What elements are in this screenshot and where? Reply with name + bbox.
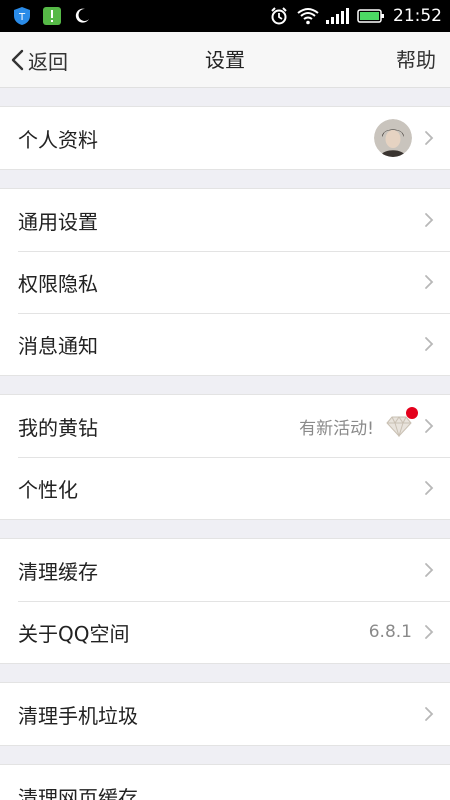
navigation-bar: 返回 设置 帮助 (0, 32, 450, 88)
avatar (374, 119, 412, 157)
chevron-right-icon (424, 624, 434, 640)
row-personal-profile[interactable]: 个人资料 (0, 107, 450, 169)
new-activity-text: 有新活动! (299, 418, 374, 439)
chevron-right-icon (424, 706, 434, 722)
chevron-right-icon (424, 212, 434, 228)
status-bar: T 21:52 (0, 0, 450, 32)
wifi-icon (297, 6, 319, 26)
row-yellow-diamond[interactable]: 我的黄钻 有新活动! (0, 395, 450, 457)
section-gap (0, 520, 450, 538)
settings-group-general: 通用设置 权限隐私 消息通知 (0, 188, 450, 376)
row-label: 清理手机垃圾 (18, 703, 138, 728)
version-text: 6.8.1 (368, 622, 412, 642)
chevron-right-icon (424, 480, 434, 496)
row-label: 个人资料 (18, 127, 98, 152)
settings-group-profile: 个人资料 (0, 106, 450, 170)
row-label: 清理网页缓存 (18, 785, 138, 800)
settings-group-vip: 我的黄钻 有新活动! 个性化 (0, 394, 450, 520)
row-label: 关于QQ空间 (18, 621, 130, 646)
section-gap (0, 170, 450, 188)
settings-list: 个人资料 通用设置 权限隐私 消息通知 我的黄钻 有新活动! 个性化 清理缓存 … (0, 88, 450, 800)
status-time: 21:52 (393, 6, 442, 26)
row-clear-cache[interactable]: 清理缓存 (0, 539, 450, 601)
diamond-icon (386, 407, 418, 438)
row-message-notifications[interactable]: 消息通知 (0, 313, 450, 375)
section-gap (0, 376, 450, 394)
row-permissions-privacy[interactable]: 权限隐私 (0, 251, 450, 313)
chevron-right-icon (424, 274, 434, 290)
section-gap (0, 746, 450, 764)
chevron-right-icon (424, 418, 434, 434)
row-label: 我的黄钻 (18, 415, 98, 440)
shield-icon: T (12, 6, 32, 26)
section-gap (0, 664, 450, 682)
notification-dot (406, 407, 418, 419)
row-label: 清理缓存 (18, 559, 98, 584)
row-label: 个性化 (18, 477, 78, 502)
row-label: 权限隐私 (18, 271, 98, 296)
chevron-left-icon (10, 49, 24, 71)
battery-icon (357, 6, 385, 26)
row-general-settings[interactable]: 通用设置 (0, 189, 450, 251)
row-clean-phone-junk[interactable]: 清理手机垃圾 (0, 683, 450, 745)
back-button[interactable]: 返回 (10, 32, 68, 88)
notification-app-icon (42, 6, 62, 26)
back-label: 返回 (28, 49, 68, 74)
chevron-right-icon (424, 130, 434, 146)
moon-icon (72, 6, 92, 26)
section-gap (0, 88, 450, 106)
svg-text:T: T (18, 12, 26, 23)
chevron-right-icon (424, 336, 434, 352)
help-button[interactable]: 帮助 (396, 32, 436, 88)
chevron-right-icon (424, 562, 434, 578)
signal-icon (325, 6, 349, 26)
settings-group-web-cache: 清理网页缓存 (0, 764, 450, 800)
row-personalization[interactable]: 个性化 (0, 457, 450, 519)
settings-group-phone-cleanup: 清理手机垃圾 (0, 682, 450, 746)
row-label: 消息通知 (18, 333, 98, 358)
row-clear-web-cache[interactable]: 清理网页缓存 (0, 765, 450, 800)
settings-group-cache-about: 清理缓存 关于QQ空间 6.8.1 (0, 538, 450, 664)
row-label: 通用设置 (18, 209, 98, 234)
alarm-icon (269, 6, 289, 26)
row-about-qzone[interactable]: 关于QQ空间 6.8.1 (0, 601, 450, 663)
